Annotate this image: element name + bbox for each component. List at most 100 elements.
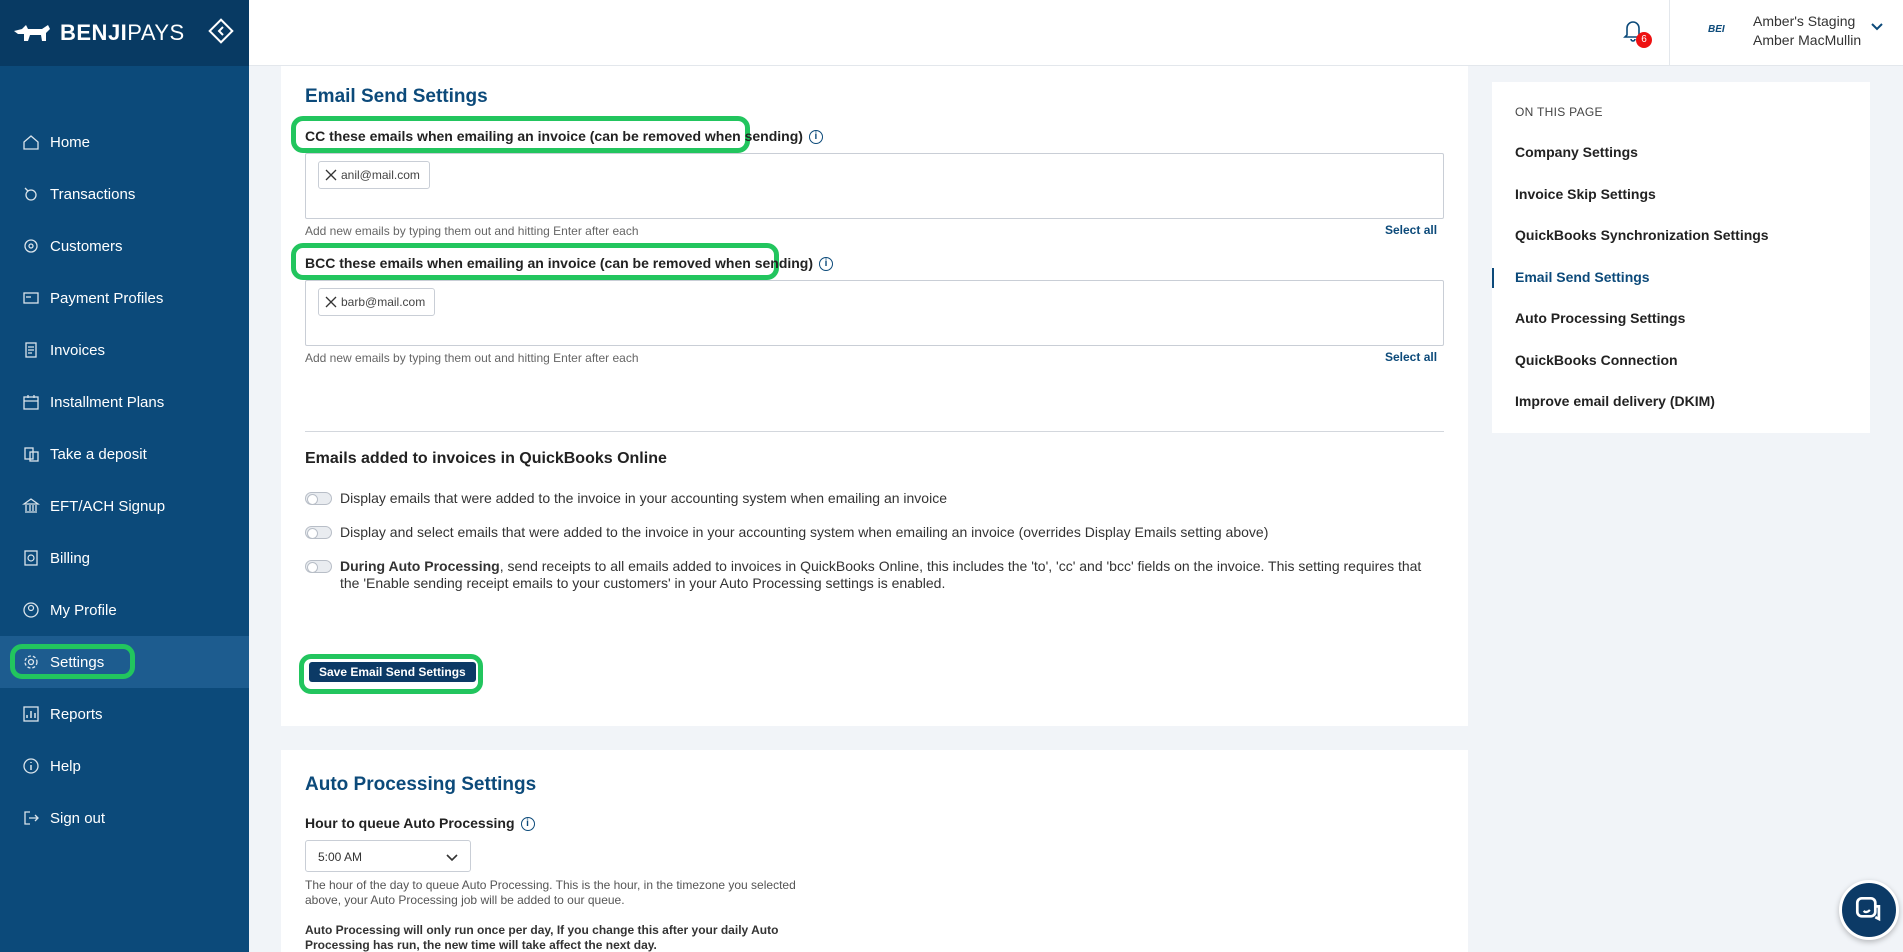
sidebar-item-label: Take a deposit xyxy=(50,445,147,463)
info-icon[interactable]: i xyxy=(819,257,834,272)
deposit-icon xyxy=(24,447,39,462)
sidebar-item-home[interactable]: Home xyxy=(0,116,249,168)
sidebar: BENJIPAYS Home Transactions Customers Pa… xyxy=(0,0,249,952)
header-divider xyxy=(1669,0,1670,66)
sidebar-item-label: Reports xyxy=(50,705,103,723)
sidebar-item-label: Payment Profiles xyxy=(50,289,164,307)
gear-icon xyxy=(24,655,38,669)
cc-label: CC these emails when emailing an invoice… xyxy=(305,128,823,145)
sidebar-item-reports[interactable]: Reports xyxy=(0,688,249,740)
sidebar-item-installment-plans[interactable]: Installment Plans xyxy=(0,376,249,428)
divider xyxy=(305,431,1444,432)
notification-count-badge: 6 xyxy=(1636,32,1652,48)
chevron-down-icon[interactable] xyxy=(1870,20,1884,34)
org-name[interactable]: Amber's Staging xyxy=(1753,13,1855,29)
sidebar-item-invoices[interactable]: Invoices xyxy=(0,324,249,376)
hour-select[interactable]: 5:00 AM xyxy=(305,840,471,872)
toggle-label: During Auto Processing, send receipts to… xyxy=(340,558,1422,591)
sidebar-item-take-a-deposit[interactable]: Take a deposit xyxy=(0,428,249,480)
toc-auto-processing-settings[interactable]: Auto Processing Settings xyxy=(1515,310,1685,326)
bcc-help-text: Add new emails by typing them out and hi… xyxy=(305,351,639,365)
billing-icon xyxy=(24,550,38,566)
sidebar-item-transactions[interactable]: Transactions xyxy=(0,168,249,220)
qbo-emails-title: Emails added to invoices in QuickBooks O… xyxy=(305,450,667,467)
select-emails-toggle[interactable] xyxy=(305,526,332,539)
bank-icon xyxy=(22,498,40,513)
auto-processing-note: Auto Processing will only run once per d… xyxy=(305,923,779,952)
sidebar-item-label: Invoices xyxy=(50,341,106,359)
auto-processing-receipts-toggle[interactable] xyxy=(305,560,332,573)
support-chat-button[interactable] xyxy=(1839,880,1899,940)
on-this-page-title: ON THIS PAGE xyxy=(1515,105,1603,119)
auto-processing-settings-card: Auto Processing Settings Hour to queue A… xyxy=(281,750,1468,952)
sidebar-item-label: Help xyxy=(50,757,81,775)
help-icon xyxy=(23,758,39,774)
bcc-label: BCC these emails when emailing an invoic… xyxy=(305,255,834,272)
info-icon[interactable]: i xyxy=(520,817,535,832)
org-logo: BEI xyxy=(1708,24,1725,35)
hour-description: The hour of the day to queue Auto Proces… xyxy=(305,878,796,907)
sidebar-item-customers[interactable]: Customers xyxy=(0,220,249,272)
sidebar-item-label: Sign out xyxy=(50,809,106,827)
cc-select-all-link[interactable]: Select all xyxy=(1385,223,1437,237)
sidebar-item-label: My Profile xyxy=(50,601,117,619)
email-send-settings-card: Email Send Settings CC these emails when… xyxy=(281,66,1468,726)
sidebar-item-label: Customers xyxy=(50,237,123,255)
toggle-label: Display emails that were added to the in… xyxy=(340,490,947,506)
sidebar-item-label: Home xyxy=(50,133,91,151)
info-icon[interactable]: i xyxy=(808,130,823,145)
sidebar-item-help[interactable]: Help xyxy=(0,740,249,792)
cc-emails-input[interactable]: anil@mail.com xyxy=(305,153,1444,219)
customers-icon xyxy=(24,239,38,253)
current-section-marker xyxy=(1492,268,1494,288)
collapse-sidebar-icon[interactable] xyxy=(207,17,235,45)
chat-icon xyxy=(1855,896,1881,922)
email-chip: barb@mail.com xyxy=(318,288,436,316)
sidebar-item-label: Billing xyxy=(50,549,91,567)
section-title: Email Send Settings xyxy=(305,86,488,107)
benji-dog-logo-icon xyxy=(14,25,50,41)
hour-label: Hour to queue Auto Processing i xyxy=(305,815,535,832)
display-emails-toggle-row: Display emails that were added to the in… xyxy=(305,490,1425,507)
auto-processing-receipts-toggle-row: During Auto Processing, send receipts to… xyxy=(305,558,1425,592)
top-header xyxy=(249,0,1903,66)
payment-profiles-icon xyxy=(23,292,39,304)
remove-icon[interactable] xyxy=(325,296,337,308)
sidebar-item-label: EFT/ACH Signup xyxy=(50,497,166,515)
bcc-emails-input[interactable]: barb@mail.com xyxy=(305,280,1444,346)
sidebar-item-my-profile[interactable]: My Profile xyxy=(0,584,249,636)
email-chip: anil@mail.com xyxy=(318,161,430,189)
sidebar-item-label: Installment Plans xyxy=(50,393,165,411)
user-name[interactable]: Amber MacMullin xyxy=(1753,32,1861,48)
sidebar-item-payment-profiles[interactable]: Payment Profiles xyxy=(0,272,249,324)
profile-icon xyxy=(23,602,39,618)
toc-invoice-skip-settings[interactable]: Invoice Skip Settings xyxy=(1515,186,1656,202)
save-email-send-settings-button[interactable]: Save Email Send Settings xyxy=(309,662,476,682)
on-this-page-panel: ON THIS PAGE Company Settings Invoice Sk… xyxy=(1492,82,1870,433)
calendar-icon xyxy=(23,395,39,410)
toggle-label: Display and select emails that were adde… xyxy=(340,524,1269,540)
transactions-icon xyxy=(24,187,37,201)
remove-icon[interactable] xyxy=(325,169,337,181)
toc-improve-email-delivery[interactable]: Improve email delivery (DKIM) xyxy=(1515,393,1715,409)
sidebar-item-sign-out[interactable]: Sign out xyxy=(0,792,249,844)
toc-company-settings[interactable]: Company Settings xyxy=(1515,144,1638,160)
bcc-select-all-link[interactable]: Select all xyxy=(1385,350,1437,364)
select-emails-toggle-row: Display and select emails that were adde… xyxy=(305,524,1425,541)
toc-quickbooks-sync-settings[interactable]: QuickBooks Synchronization Settings xyxy=(1515,227,1769,243)
sidebar-nav: Home Transactions Customers Payment Prof… xyxy=(0,116,249,844)
sign-out-icon xyxy=(24,811,39,825)
brand-name: BENJIPAYS xyxy=(60,20,185,45)
cc-help-text: Add new emails by typing them out and hi… xyxy=(305,224,639,238)
sidebar-item-billing[interactable]: Billing xyxy=(0,532,249,584)
toc-email-send-settings[interactable]: Email Send Settings xyxy=(1515,269,1650,285)
sidebar-item-eft-ach-signup[interactable]: EFT/ACH Signup xyxy=(0,480,249,532)
sidebar-item-label: Transactions xyxy=(50,185,136,203)
sidebar-item-settings[interactable]: Settings xyxy=(0,636,249,688)
invoices-icon xyxy=(25,342,37,358)
display-emails-toggle[interactable] xyxy=(305,492,332,505)
toc-quickbooks-connection[interactable]: QuickBooks Connection xyxy=(1515,352,1678,368)
reports-icon xyxy=(23,706,39,722)
chevron-down-icon xyxy=(446,854,458,862)
section-title: Auto Processing Settings xyxy=(305,774,537,795)
